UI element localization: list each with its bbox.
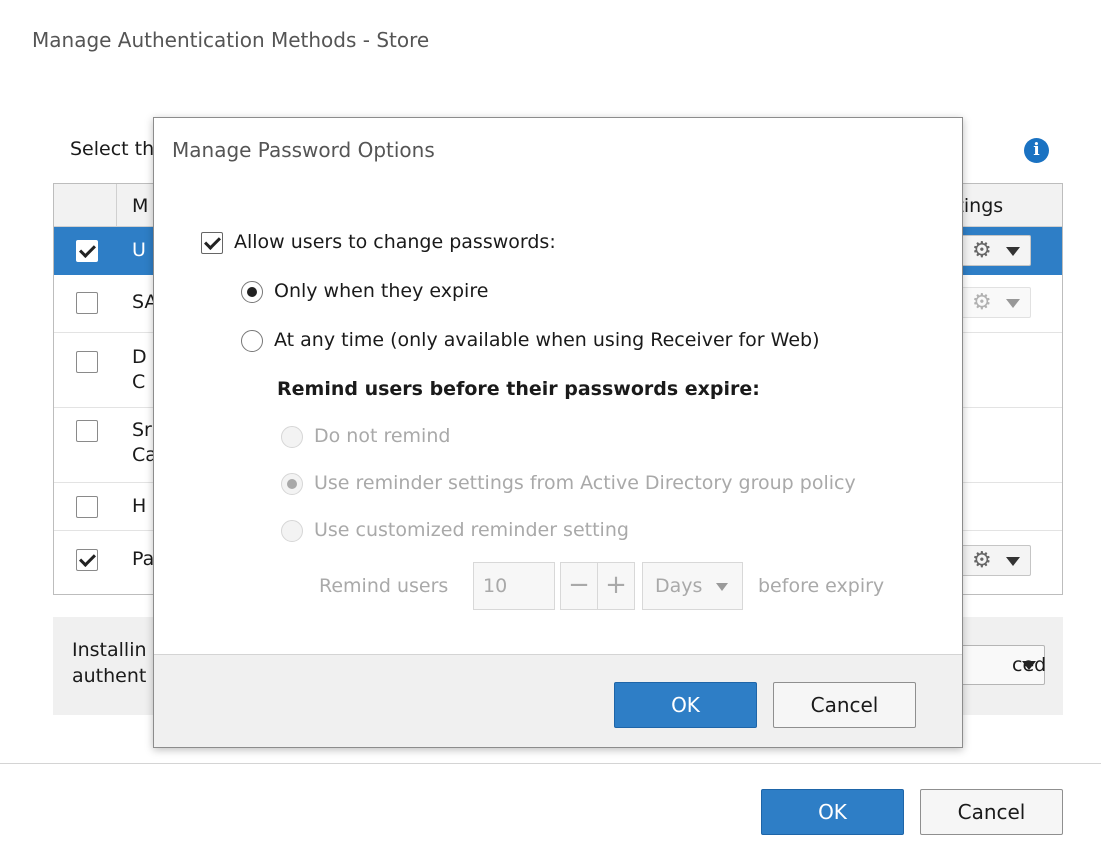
settings-dropdown[interactable]: ⚙ xyxy=(959,287,1031,318)
header-method[interactable]: M xyxy=(132,195,148,217)
chevron-down-icon xyxy=(1006,557,1020,566)
chevron-down-icon xyxy=(1022,661,1036,670)
gear-icon: ⚙ xyxy=(972,238,992,263)
chevron-down-icon xyxy=(1006,247,1020,256)
unit-dropdown[interactable]: Days xyxy=(642,562,743,610)
gear-icon: ⚙ xyxy=(972,548,992,573)
remind-days-input[interactable]: 10 xyxy=(473,562,555,610)
remind-heading: Remind users before their passwords expi… xyxy=(277,378,760,400)
password-options-dialog: Manage Password Options Allow users to c… xyxy=(153,117,963,748)
dialog-footer: OK Cancel xyxy=(154,654,962,747)
row-label: U xyxy=(132,239,146,261)
row-sublabel: C xyxy=(132,371,146,393)
chevron-down-icon xyxy=(716,583,728,591)
row-checkbox[interactable] xyxy=(76,496,98,518)
remind-users-label: Remind users xyxy=(319,575,449,597)
row-label: H xyxy=(132,495,147,517)
unit-value: Days xyxy=(655,575,703,597)
dialog-title: Manage Password Options xyxy=(172,138,435,162)
allow-change-label[interactable]: Allow users to change passwords: xyxy=(234,231,556,253)
dialog-cancel-button[interactable]: Cancel xyxy=(773,682,916,728)
radio-ad-group-policy[interactable] xyxy=(281,473,303,495)
row-label: D xyxy=(132,346,147,368)
settings-dropdown[interactable]: ⚙ xyxy=(959,235,1031,266)
row-checkbox[interactable] xyxy=(76,240,98,262)
radio-any-time[interactable] xyxy=(241,330,263,352)
row-label: Sr xyxy=(132,419,152,441)
allow-change-checkbox[interactable] xyxy=(201,232,223,254)
radio-only-when-expire[interactable] xyxy=(241,281,263,303)
instruction-text: Select the xyxy=(70,138,166,160)
chevron-down-icon xyxy=(1006,299,1020,308)
increment-button[interactable]: + xyxy=(597,562,635,610)
cancel-button[interactable]: Cancel xyxy=(920,789,1063,835)
decrement-button[interactable]: − xyxy=(560,562,598,610)
radio-do-not-remind[interactable] xyxy=(281,426,303,448)
settings-dropdown[interactable]: ⚙ xyxy=(959,545,1031,576)
column-divider xyxy=(116,184,117,227)
ok-button[interactable]: OK xyxy=(761,789,904,835)
footer-text: authent xyxy=(72,665,147,687)
radio-customized-reminder-label[interactable]: Use customized reminder setting xyxy=(314,519,629,541)
radio-do-not-remind-label[interactable]: Do not remind xyxy=(314,425,450,447)
row-checkbox[interactable] xyxy=(76,420,98,442)
before-expiry-label: before expiry xyxy=(758,575,885,597)
radio-customized-reminder[interactable] xyxy=(281,520,303,542)
window-title: Manage Authentication Methods - Store xyxy=(32,28,430,52)
row-checkbox[interactable] xyxy=(76,351,98,373)
dialog-ok-button[interactable]: OK xyxy=(614,682,757,728)
info-icon[interactable]: i xyxy=(1024,138,1049,163)
divider xyxy=(0,763,1101,764)
row-label: Pa xyxy=(132,548,155,570)
gear-icon: ⚙ xyxy=(972,290,992,315)
row-checkbox[interactable] xyxy=(76,549,98,571)
radio-only-when-expire-label[interactable]: Only when they expire xyxy=(274,280,488,302)
radio-ad-group-policy-label[interactable]: Use reminder settings from Active Direct… xyxy=(314,472,856,494)
footer-text: Installin xyxy=(72,639,147,661)
radio-any-time-label[interactable]: At any time (only available when using R… xyxy=(274,329,819,351)
row-checkbox[interactable] xyxy=(76,292,98,314)
